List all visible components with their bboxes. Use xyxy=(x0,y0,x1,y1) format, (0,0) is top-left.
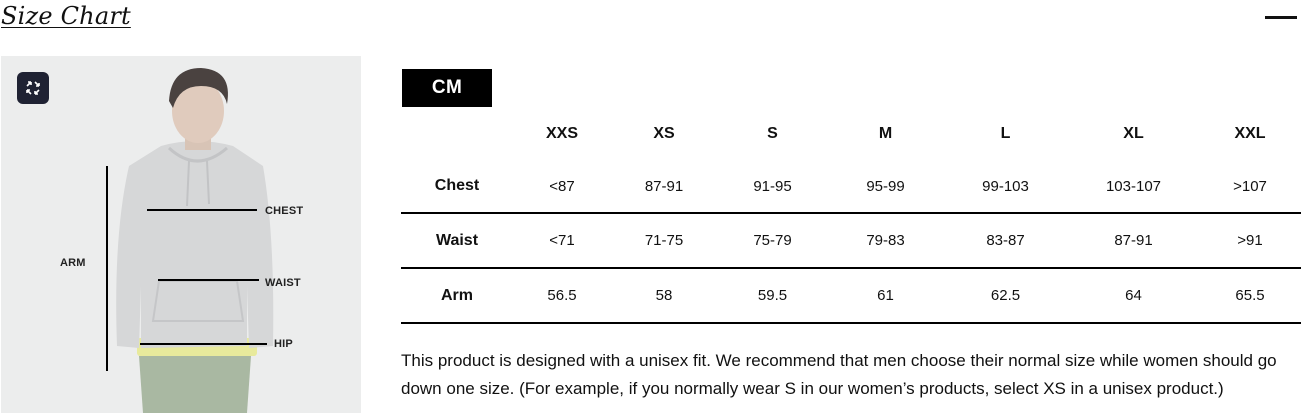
table-row-chest: Chest <87 87-91 91-95 95-99 99-103 103-1… xyxy=(401,160,1301,213)
table-cell: 65.5 xyxy=(1235,287,1265,304)
size-header-cell: XL xyxy=(1123,125,1144,142)
size-guide-image: ARM CHEST WAIST HIP xyxy=(1,56,361,413)
size-header-cell: M xyxy=(878,125,893,142)
row-label: Chest xyxy=(434,177,480,194)
table-cell: >107 xyxy=(1233,177,1267,195)
chest-label: CHEST xyxy=(265,205,304,217)
unit-tab-cm[interactable]: CM xyxy=(402,69,492,107)
table-cell: 71-75 xyxy=(644,232,684,249)
minus-icon xyxy=(1265,16,1297,19)
size-header-cell: XXS xyxy=(545,125,578,142)
table-cell: 61 xyxy=(877,287,894,304)
arm-label: ARM xyxy=(60,257,86,269)
size-header-cell: XS xyxy=(653,125,675,142)
fit-note: This product is designed with a unisex f… xyxy=(401,351,1277,398)
table-cell: <71 xyxy=(549,232,575,249)
table-row-arm: Arm 56.5 58 59.5 61 62.5 64 65.5 xyxy=(401,268,1301,323)
table-cell: 87-91 xyxy=(644,177,684,195)
table-cell: 91-95 xyxy=(753,177,792,195)
table-cell: 99-103 xyxy=(982,177,1029,195)
row-label: Waist xyxy=(435,231,479,249)
table-cell: >91 xyxy=(1237,232,1263,249)
header-empty-cell xyxy=(401,108,513,160)
collapse-button[interactable] xyxy=(1262,8,1298,28)
expand-image-button[interactable] xyxy=(17,72,49,104)
table-row-waist: Waist <71 71-75 75-79 79-83 83-87 87-91 … xyxy=(401,213,1301,268)
size-table: XXS XS S M L XL XXL Chest <87 87-91 91-9… xyxy=(401,108,1301,324)
row-label: Arm xyxy=(440,286,473,304)
size-header-cell: L xyxy=(1000,125,1011,142)
table-cell: 83-87 xyxy=(986,232,1025,249)
table-cell: 95-99 xyxy=(866,177,905,195)
size-header-cell: XXL xyxy=(1234,125,1266,142)
table-cell: 64 xyxy=(1125,287,1142,304)
waist-label: WAIST xyxy=(265,277,301,289)
table-cell: 103-107 xyxy=(1105,177,1162,195)
table-cell: 62.5 xyxy=(990,287,1021,304)
expand-icon xyxy=(26,81,40,95)
size-header-cell: S xyxy=(767,125,778,142)
table-cell: 79-83 xyxy=(866,232,905,249)
page-title: Size Chart xyxy=(1,2,131,30)
size-header-row: XXS XS S M L XL XXL xyxy=(401,108,1301,160)
table-cell: 58 xyxy=(655,287,673,304)
table-cell: 56.5 xyxy=(547,287,577,304)
table-cell: <87 xyxy=(549,177,575,195)
table-cell: 59.5 xyxy=(757,287,788,304)
table-cell: 75-79 xyxy=(753,232,792,249)
hip-label: HIP xyxy=(274,338,293,350)
table-cell: 87-91 xyxy=(1114,232,1153,249)
